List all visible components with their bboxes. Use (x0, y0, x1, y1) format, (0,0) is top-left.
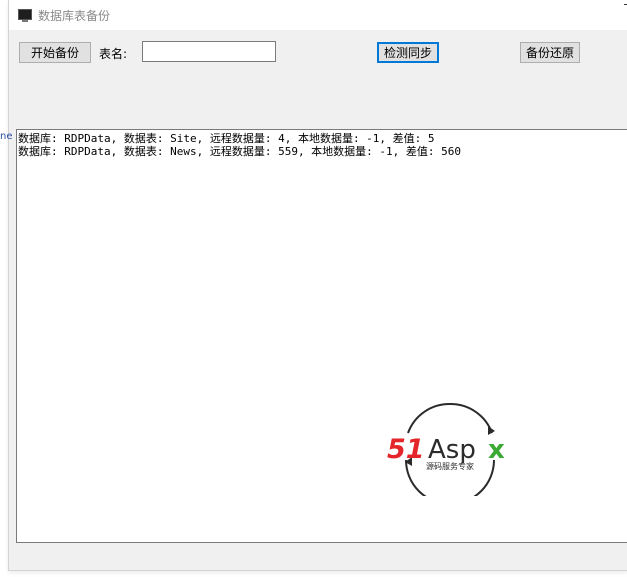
window-title: 数据库表备份 (38, 9, 111, 23)
watermark-tagline: 源码服务专家 (426, 461, 474, 471)
watermark-logo: 51 Asp x 源码服务专家 (387, 402, 505, 496)
backup-restore-button[interactable]: 备份还原 (520, 42, 580, 63)
log-lines: 数据库: RDPData, 数据表: Site, 远程数据量: 4, 本地数据量… (18, 132, 461, 158)
check-sync-button[interactable]: 检测同步 (377, 42, 439, 63)
table-name-label: 表名: (99, 47, 128, 61)
svg-text:x: x (488, 435, 505, 465)
svg-text:Asp: Asp (428, 435, 476, 465)
log-line: 数据库: RDPData, 数据表: Site, 远程数据量: 4, 本地数据量… (18, 132, 435, 145)
log-output[interactable]: 数据库: RDPData, 数据表: Site, 远程数据量: 4, 本地数据量… (16, 129, 627, 543)
svg-text:51: 51 (387, 434, 425, 465)
offscreen-label-fragment: ne (0, 131, 13, 142)
start-backup-button[interactable]: 开始备份 (19, 42, 91, 63)
table-name-input[interactable] (142, 41, 276, 62)
log-line: 数据库: RDPData, 数据表: News, 远程数据量: 559, 本地数… (18, 145, 462, 158)
title-bar[interactable]: 数据库表备份 (9, 0, 627, 30)
monitor-icon (18, 9, 32, 22)
